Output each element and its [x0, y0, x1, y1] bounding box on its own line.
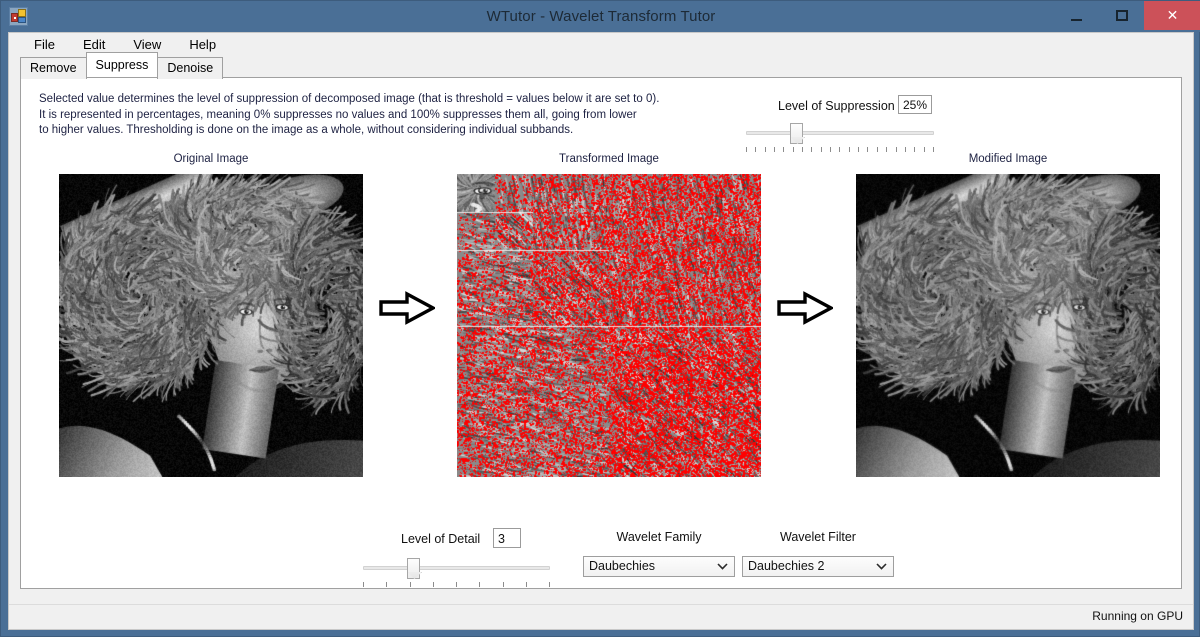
close-button[interactable]: ✕	[1144, 1, 1200, 30]
minimize-button[interactable]	[1054, 1, 1099, 30]
menu-item-help[interactable]: Help	[178, 34, 227, 55]
original-image-canvas	[59, 174, 363, 477]
description-line-2: It is represented in percentages, meanin…	[39, 108, 637, 121]
wavelet-filter-label: Wavelet Filter	[780, 530, 856, 544]
client-area: File Edit View Help Remove Suppress Deno…	[8, 32, 1194, 630]
title-bar: WTutor - Wavelet Transform Tutor ✕	[1, 1, 1200, 32]
wavelet-family-select[interactable]: Daubechies	[583, 556, 735, 577]
detail-slider[interactable]	[363, 556, 550, 590]
original-image[interactable]	[59, 174, 363, 477]
original-image-caption: Original Image	[173, 153, 249, 165]
wavelet-filter-select[interactable]: Daubechies 2	[742, 556, 894, 577]
menu-bar: File Edit View Help	[9, 33, 1193, 56]
suppress-panel: Selected value determines the level of s…	[20, 77, 1182, 589]
detail-value-field[interactable]: 3	[493, 528, 521, 548]
arrow-transformed-to-modified	[777, 291, 833, 325]
suppression-slider-thumb[interactable]	[790, 123, 803, 144]
transformed-image-canvas	[457, 174, 761, 477]
suppression-slider-track[interactable]	[746, 131, 934, 135]
tab-denoise[interactable]: Denoise	[157, 57, 224, 79]
status-text: Running on GPU	[1092, 609, 1183, 623]
modified-image-caption: Modified Image	[968, 153, 1048, 165]
chevron-down-icon	[717, 557, 728, 576]
description-line-3: to higher values. Thresholding is done o…	[39, 124, 574, 136]
chevron-down-icon	[876, 557, 887, 576]
transformed-image-caption: Transformed Image	[559, 153, 659, 165]
tab-strip: Remove Suppress Denoise	[20, 52, 224, 79]
description-line-1: Selected value determines the level of s…	[39, 93, 660, 105]
window-title: WTutor - Wavelet Transform Tutor	[486, 8, 716, 25]
wavelet-family-value: Daubechies	[589, 559, 656, 573]
wavelet-family-label: Wavelet Family	[616, 530, 702, 544]
transformed-image[interactable]	[457, 174, 761, 477]
suppression-slider[interactable]	[746, 121, 934, 155]
description-text: Selected value determines the level of s…	[39, 92, 679, 139]
status-bar: Running on GPU	[9, 604, 1193, 629]
detail-slider-track[interactable]	[363, 566, 550, 570]
arrow-original-to-transformed	[379, 291, 435, 325]
detail-slider-thumb[interactable]	[407, 558, 420, 579]
window-controls: ✕	[1054, 1, 1200, 30]
minimize-icon	[1071, 18, 1082, 21]
detail-slider-ticks	[363, 582, 550, 588]
modified-image-canvas	[856, 174, 1160, 477]
application-window: WTutor - Wavelet Transform Tutor ✕ File …	[0, 0, 1200, 637]
suppression-value-field[interactable]: 25%	[898, 95, 932, 114]
menu-item-file[interactable]: File	[23, 34, 66, 55]
tab-remove[interactable]: Remove	[20, 57, 87, 79]
wavelet-filter-value: Daubechies 2	[748, 559, 825, 573]
maximize-button[interactable]	[1099, 1, 1144, 30]
close-icon: ✕	[1166, 7, 1179, 24]
modified-image[interactable]	[856, 174, 1160, 477]
maximize-icon	[1115, 10, 1128, 21]
tab-suppress[interactable]: Suppress	[85, 52, 159, 77]
detail-label: Level of Detail	[401, 532, 481, 546]
suppression-label: Level of Suppression	[778, 99, 895, 113]
